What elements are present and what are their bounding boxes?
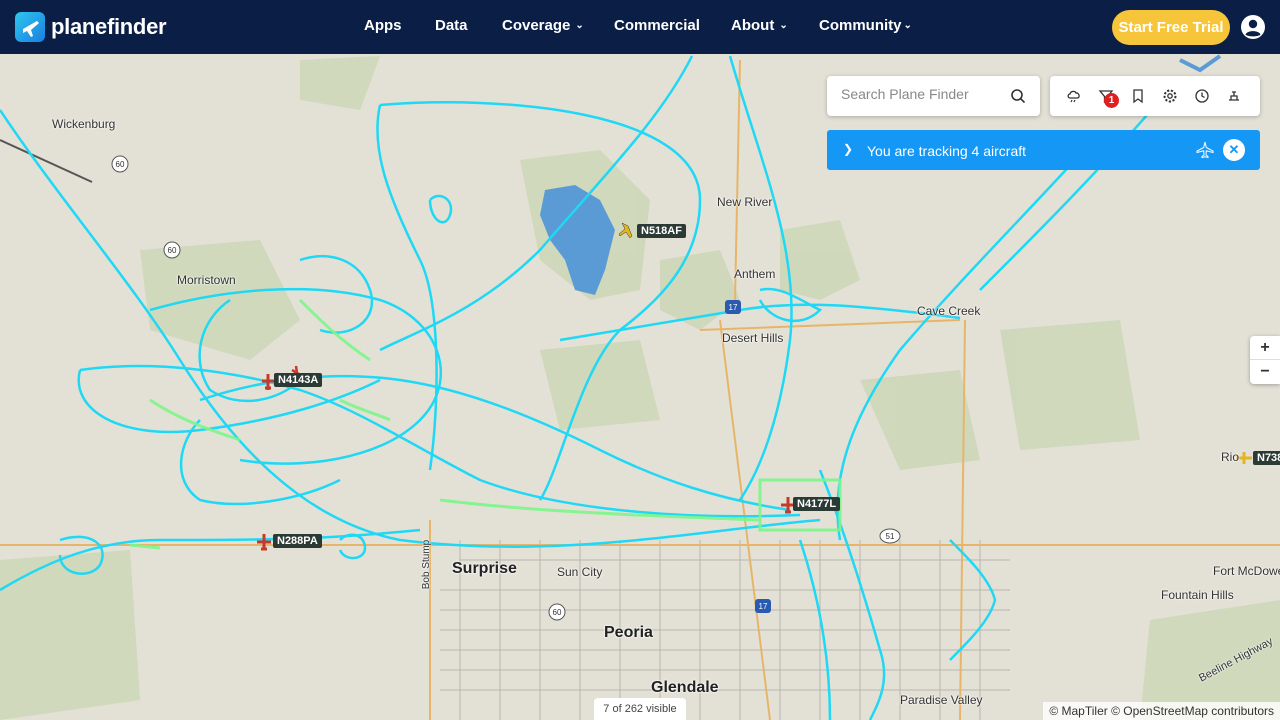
- chevron-down-icon: ⌄: [575, 20, 584, 31]
- place-label: Fountain Hills: [1161, 588, 1234, 602]
- road-shield-label: 60: [168, 246, 177, 255]
- zoom-controls: + −: [1250, 336, 1280, 384]
- place-label: Wickenburg: [52, 117, 116, 131]
- place-label: Peoria: [604, 624, 653, 641]
- place-label: Rio: [1221, 450, 1240, 464]
- bookmark-icon[interactable]: [1130, 88, 1146, 104]
- place-label: Desert Hills: [722, 331, 784, 345]
- plane-icon[interactable]: [1196, 141, 1214, 159]
- plane-logo-icon: [15, 12, 45, 42]
- place-label: Glendale: [651, 679, 719, 696]
- chevron-right-icon[interactable]: ❯: [843, 142, 853, 156]
- tracking-text: You are tracking 4 aircraft: [867, 143, 1027, 159]
- aircraft-tag[interactable]: N288PA: [273, 534, 322, 548]
- zoom-in-button[interactable]: +: [1250, 336, 1280, 360]
- close-icon: ✕: [1228, 142, 1240, 157]
- aircraft-tag[interactable]: N4143A: [274, 373, 323, 387]
- search-icon[interactable]: [1010, 88, 1026, 104]
- filter-count-badge: 1: [1104, 93, 1119, 108]
- place-label: Morristown: [177, 273, 236, 287]
- road-shield-label: 17: [729, 303, 738, 312]
- map-attribution[interactable]: © MapTiler © OpenStreetMap contributors: [1043, 702, 1280, 720]
- visible-aircraft-count: 7 of 262 visible: [594, 698, 686, 720]
- aircraft-tag[interactable]: N4177L: [793, 497, 841, 511]
- planefinder-logo[interactable]: planefinder: [15, 12, 167, 42]
- nav-coverage-label: Coverage: [502, 17, 571, 34]
- user-account-icon[interactable]: [1241, 15, 1265, 39]
- aircraft-tag[interactable]: N518AF: [637, 224, 686, 238]
- top-navigation: planefinder Apps Data Coverage ⌄ Commerci…: [0, 0, 1280, 54]
- settings-gear-icon[interactable]: [1162, 88, 1178, 104]
- search-box: [827, 76, 1040, 116]
- nav-coverage[interactable]: Coverage ⌄: [502, 17, 584, 34]
- tracking-banner[interactable]: ❯ You are tracking 4 aircraft ✕: [827, 130, 1260, 170]
- nav-apps[interactable]: Apps: [364, 17, 402, 34]
- place-label: Sun City: [557, 565, 603, 579]
- chevron-down-icon: ⌄: [779, 20, 788, 31]
- road-shield-label: 51: [886, 532, 895, 541]
- brand-name: planefinder: [51, 14, 167, 39]
- history-clock-icon[interactable]: [1194, 88, 1210, 104]
- place-label: Fort McDowe: [1213, 564, 1280, 578]
- nav-community-label: Community: [819, 17, 902, 34]
- place-label: Paradise Valley: [900, 693, 983, 707]
- airport-icon[interactable]: [1226, 88, 1242, 104]
- place-label: Anthem: [734, 267, 776, 281]
- road-shield-label: 60: [116, 160, 125, 169]
- place-label: New River: [717, 195, 773, 209]
- nav-community[interactable]: Community ⌄: [819, 17, 912, 34]
- chevron-down-icon: ⌄: [903, 20, 912, 31]
- close-tracking-button[interactable]: ✕: [1223, 139, 1245, 161]
- search-input[interactable]: [841, 86, 1001, 102]
- aircraft-tag[interactable]: N738: [1253, 451, 1280, 465]
- weather-cloud-icon[interactable]: [1066, 88, 1082, 104]
- map-toolbar: [1050, 76, 1260, 116]
- nav-data[interactable]: Data: [435, 17, 468, 34]
- place-label: Surprise: [452, 560, 517, 577]
- place-label: Cave Creek: [917, 304, 981, 318]
- nav-about[interactable]: About ⌄: [731, 17, 788, 34]
- nav-about-label: About: [731, 17, 775, 34]
- road-shield-label: 17: [759, 602, 768, 611]
- nav-commercial[interactable]: Commercial: [614, 17, 700, 34]
- start-free-trial-button[interactable]: Start Free Trial: [1112, 10, 1230, 45]
- road-label: Bob Stump: [421, 539, 433, 590]
- road-shield-label: 60: [553, 608, 562, 617]
- zoom-out-button[interactable]: −: [1250, 360, 1280, 384]
